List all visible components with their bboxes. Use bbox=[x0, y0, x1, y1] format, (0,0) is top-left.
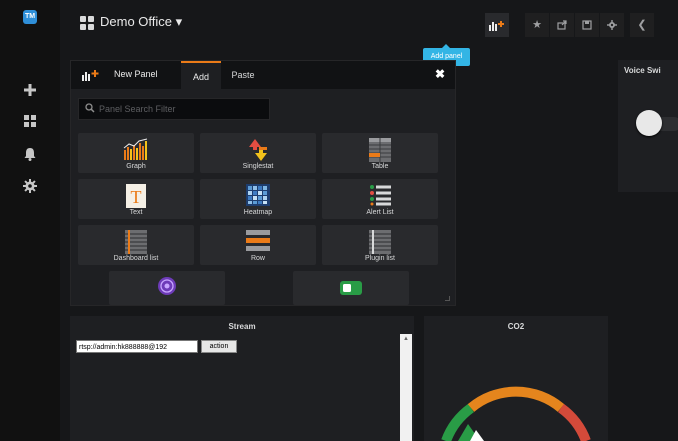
panel-title: Stream bbox=[228, 322, 256, 331]
back-button[interactable]: ❮ bbox=[630, 13, 654, 37]
alert-list-icon bbox=[370, 185, 391, 206]
save-button[interactable] bbox=[575, 13, 599, 37]
star-button[interactable]: ★ bbox=[525, 13, 549, 37]
logo[interactable]: TM bbox=[23, 10, 37, 24]
add-panel-dialog: New Panel Add Paste ✖ Graph Singlestat bbox=[70, 60, 456, 306]
card-label: Plugin list bbox=[365, 255, 395, 262]
card-label: Dashboard list bbox=[113, 255, 159, 262]
star-icon: ★ bbox=[532, 19, 542, 31]
add-panel-header: New Panel Add Paste ✖ bbox=[71, 61, 455, 89]
save-icon bbox=[582, 20, 592, 30]
dashboards-icon[interactable] bbox=[22, 113, 38, 129]
panel-type-alert-list[interactable]: Alert List bbox=[322, 179, 438, 219]
search-icon bbox=[85, 103, 95, 113]
stream-panel: Stream rtsp://admin:hk888888@192 action … bbox=[70, 316, 414, 441]
share-button[interactable] bbox=[550, 13, 574, 37]
panel-type-text[interactable]: T Text bbox=[78, 179, 194, 219]
panel-title: Voice Swi bbox=[624, 66, 661, 75]
card-label: Table bbox=[371, 163, 389, 170]
share-icon bbox=[557, 20, 567, 30]
card-label: Heatmap bbox=[243, 209, 273, 216]
card-label: Row bbox=[250, 255, 265, 262]
add-panel-button[interactable] bbox=[485, 13, 509, 37]
panel-type-singlestat[interactable]: Singlestat bbox=[200, 133, 316, 173]
voice-switch-panel: Voice Swi bbox=[618, 60, 678, 192]
co2-gauge bbox=[441, 386, 591, 441]
svg-text:T: T bbox=[131, 187, 142, 207]
graph-icon bbox=[123, 138, 148, 160]
dashboard-list-icon bbox=[125, 230, 147, 254]
singlestat-icon bbox=[249, 139, 267, 161]
card-label: Text bbox=[129, 209, 143, 216]
scrollbar[interactable]: ▲ bbox=[400, 334, 412, 441]
panel-type-heatmap[interactable]: Heatmap bbox=[200, 179, 316, 219]
co2-panel: CO2 bbox=[424, 316, 608, 441]
settings-icon bbox=[607, 20, 617, 30]
scroll-up-icon[interactable]: ▲ bbox=[400, 334, 412, 344]
card-label: Singlestat bbox=[242, 163, 274, 170]
panel-type-plugin-list[interactable]: Plugin list bbox=[322, 225, 438, 265]
panel-search-input[interactable] bbox=[99, 101, 264, 117]
toggle-switch[interactable] bbox=[636, 110, 662, 136]
radar-icon bbox=[158, 277, 176, 295]
stream-url-input[interactable]: rtsp://admin:hk888888@192 bbox=[76, 340, 198, 353]
add-panel-icon bbox=[82, 70, 99, 81]
tab-add[interactable]: Add bbox=[181, 61, 221, 89]
close-icon[interactable]: ✖ bbox=[435, 67, 445, 81]
panel-type-dashboard-list[interactable]: Dashboard list bbox=[78, 225, 194, 265]
card-label: Alert List bbox=[366, 209, 394, 216]
dashboard-title[interactable]: Demo Office ▾ bbox=[100, 14, 182, 30]
add-panel-icon bbox=[489, 21, 504, 31]
bell-icon[interactable] bbox=[22, 146, 38, 162]
card-label: Graph bbox=[126, 163, 146, 170]
panel-type-plugin-a[interactable] bbox=[109, 271, 225, 305]
text-icon: T bbox=[126, 184, 146, 208]
sidebar: TM bbox=[0, 0, 60, 441]
resize-handle[interactable] bbox=[445, 296, 450, 301]
action-button[interactable]: action bbox=[201, 340, 237, 353]
add-panel-title: New Panel bbox=[114, 69, 158, 79]
top-bar: Demo Office ▾ ★ ❮ bbox=[60, 0, 678, 50]
row-icon bbox=[246, 230, 270, 251]
heatmap-icon bbox=[246, 184, 270, 206]
table-icon bbox=[369, 138, 391, 162]
panel-type-table[interactable]: Table bbox=[322, 133, 438, 173]
panel-type-plugin-b[interactable] bbox=[293, 271, 409, 305]
tab-paste[interactable]: Paste bbox=[223, 61, 263, 89]
switch-icon bbox=[340, 281, 362, 295]
gear-icon[interactable] bbox=[22, 178, 38, 194]
panel-type-row[interactable]: Row bbox=[200, 225, 316, 265]
plugin-list-icon bbox=[369, 230, 391, 254]
panel-type-graph[interactable]: Graph bbox=[78, 133, 194, 173]
chevron-left-icon: ❮ bbox=[637, 19, 647, 31]
plus-icon[interactable] bbox=[22, 82, 38, 98]
dashboards-grid-icon bbox=[80, 16, 94, 30]
settings-button[interactable] bbox=[600, 13, 624, 37]
panel-search-field[interactable] bbox=[78, 98, 270, 120]
